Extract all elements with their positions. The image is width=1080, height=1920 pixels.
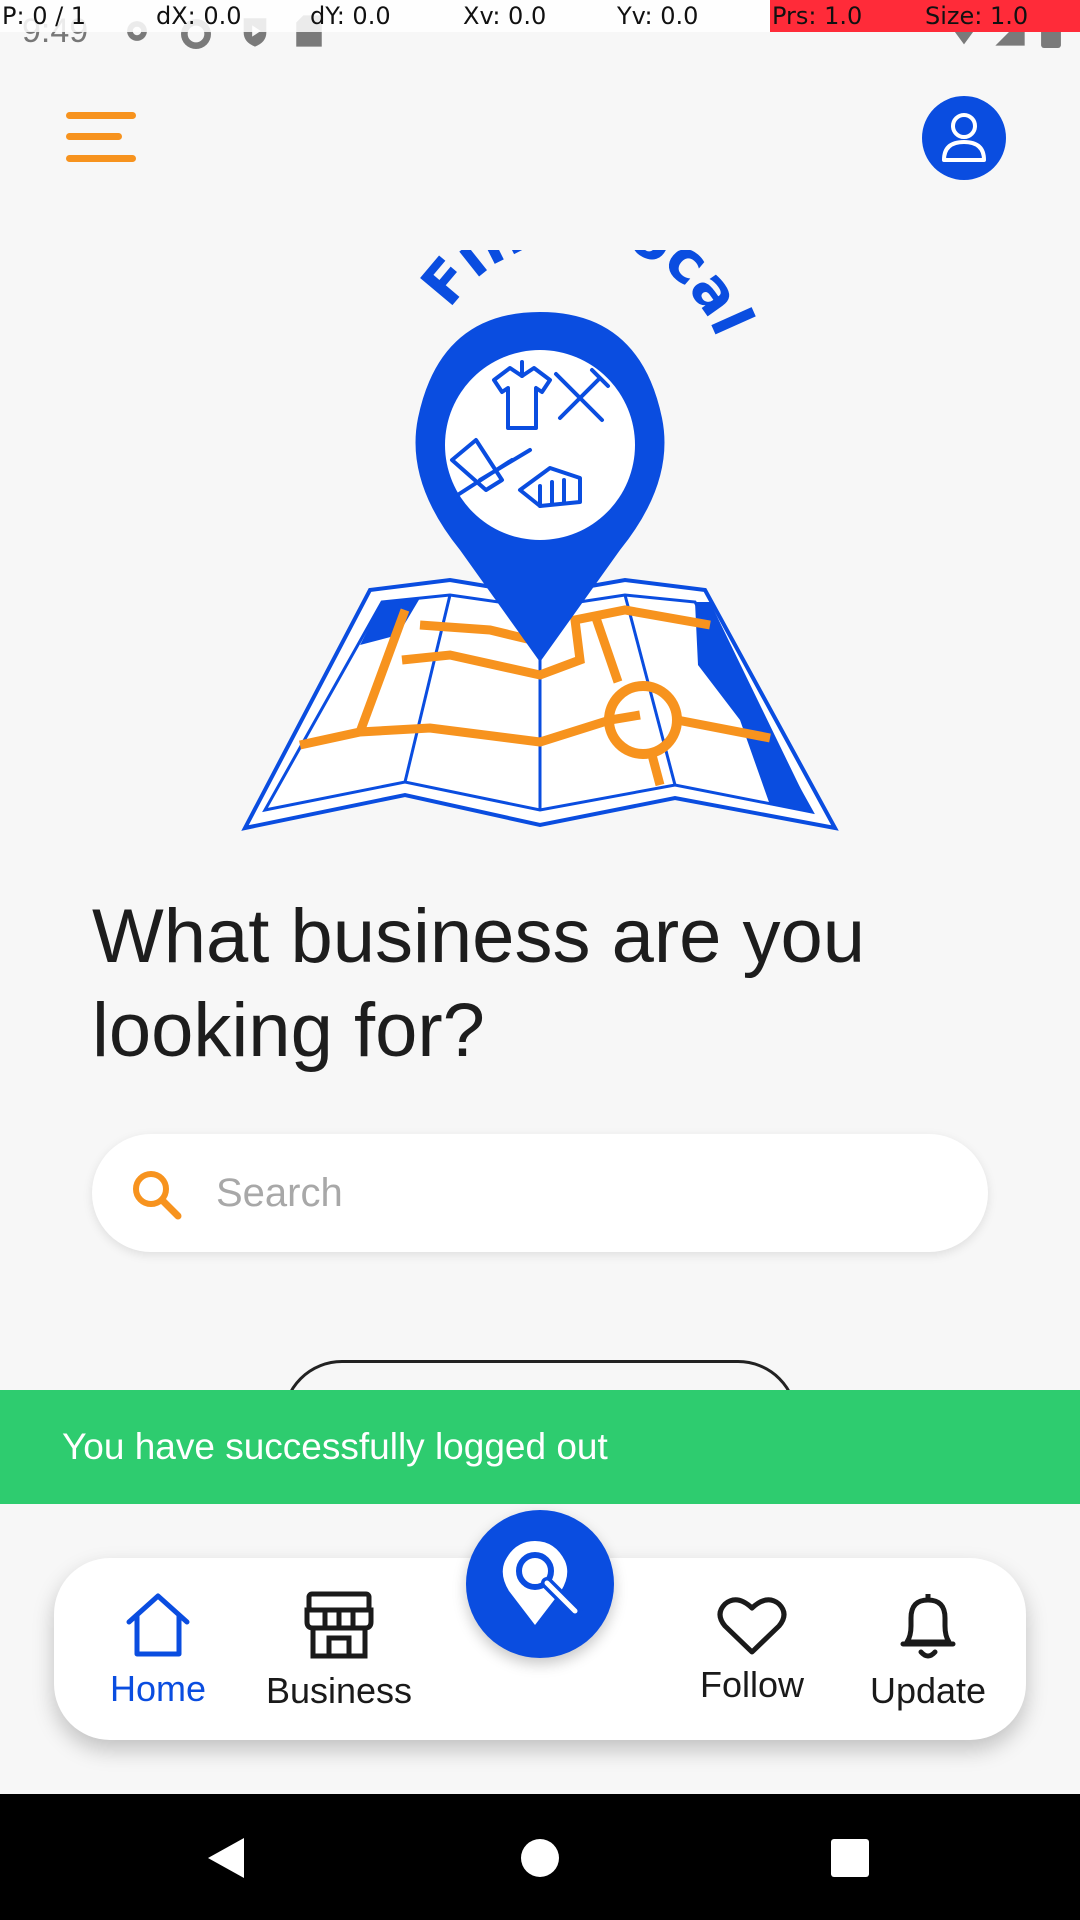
- pressure: Prs: 1.0: [772, 2, 863, 30]
- bell-icon: [900, 1594, 956, 1659]
- user-icon: [942, 113, 986, 162]
- hamburger-menu-icon: [66, 112, 136, 162]
- find-nearby-button[interactable]: [466, 1510, 614, 1658]
- nav-follow-label: Follow: [699, 1664, 805, 1705]
- nav-home-label: Home: [109, 1668, 207, 1709]
- velocity-x: Xv: 0.0: [463, 2, 547, 30]
- back-icon[interactable]: [204, 1834, 248, 1882]
- delta-x: dX: 0.0: [156, 2, 242, 30]
- touch-size: Size: 1.0: [925, 2, 1029, 30]
- search-icon: [133, 1171, 182, 1220]
- velocity-y: Yv: 0.0: [617, 2, 699, 30]
- nav-home[interactable]: Home: [84, 1558, 232, 1740]
- home-icon: [126, 1593, 190, 1657]
- store-icon: [304, 1591, 374, 1659]
- page-headline: What business are you looking for?: [92, 894, 866, 1073]
- search-input[interactable]: [216, 1158, 956, 1228]
- menu-button[interactable]: [62, 108, 144, 166]
- nav-follow[interactable]: Follow: [668, 1558, 836, 1740]
- find-local-logo: Find Local: [240, 186, 840, 840]
- pointer-debug-overlay: P: 0 / 1 dX: 0.0 dY: 0.0 Xv: 0.0 Yv: 0.0…: [0, 0, 1080, 32]
- home-circle-icon[interactable]: [520, 1838, 560, 1878]
- pointer-count: P: 0 / 1: [2, 2, 87, 30]
- nav-update-label: Update: [869, 1670, 987, 1711]
- delta-y: dY: 0.0: [310, 2, 391, 30]
- heart-icon: [717, 1597, 787, 1655]
- system-navigation-bar: [0, 1794, 1080, 1920]
- profile-button[interactable]: [922, 96, 1006, 180]
- recents-icon[interactable]: [830, 1838, 870, 1878]
- nav-business[interactable]: Business: [244, 1558, 434, 1740]
- location-search-icon: [502, 1541, 583, 1625]
- nav-business-label: Business: [265, 1670, 413, 1711]
- nav-update[interactable]: Update: [844, 1558, 1012, 1740]
- search-bar[interactable]: [92, 1134, 988, 1252]
- logout-toast: You have successfully logged out: [0, 1390, 1080, 1504]
- toast-message: You have successfully logged out: [62, 1426, 608, 1467]
